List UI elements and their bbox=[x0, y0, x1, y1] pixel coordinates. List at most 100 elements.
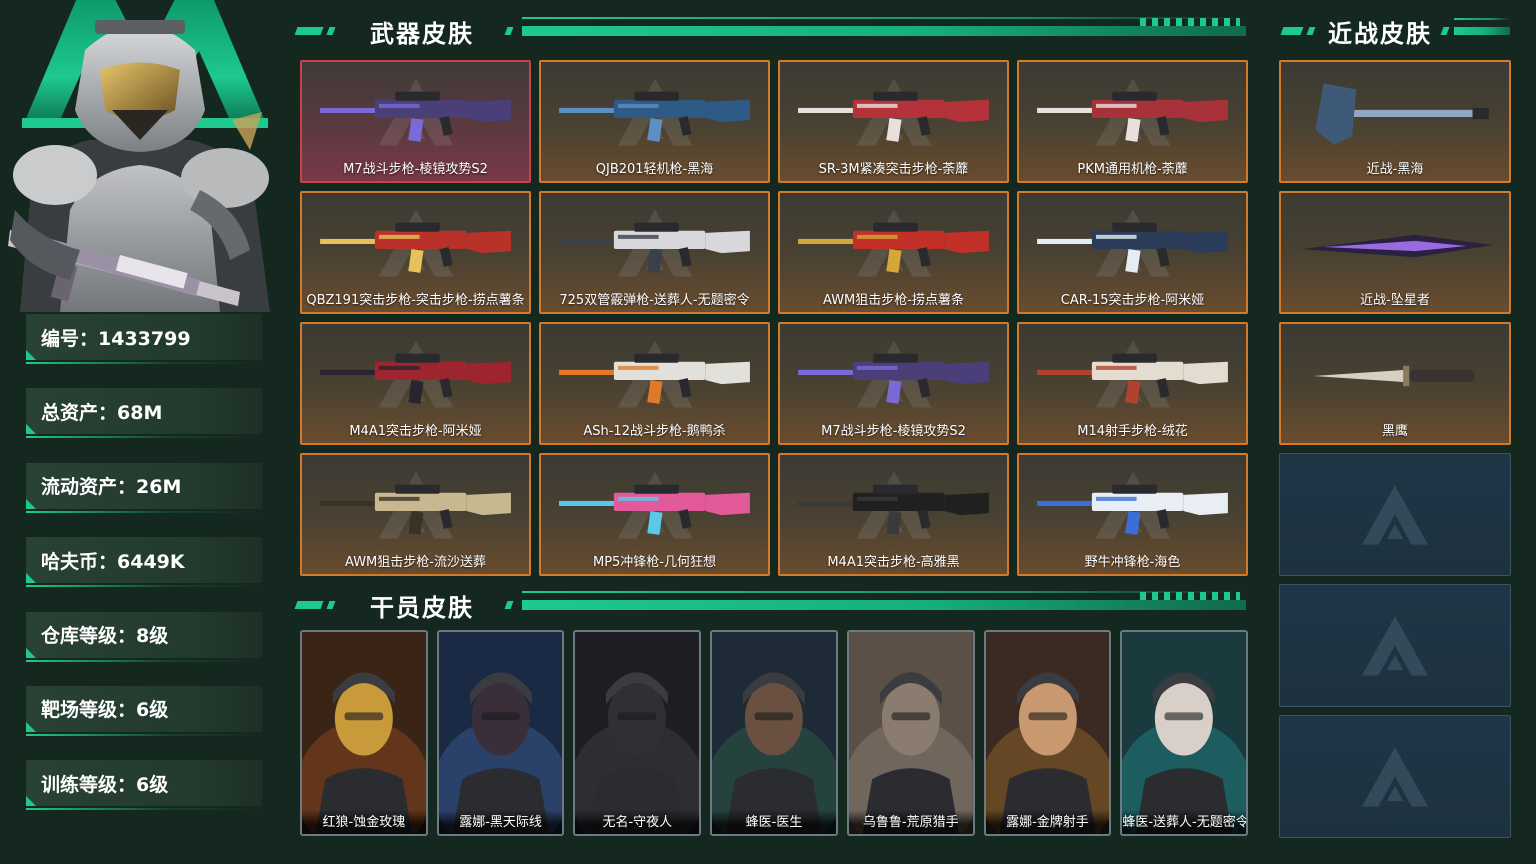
empty-melee-slot bbox=[1279, 584, 1511, 707]
melee-image bbox=[1293, 332, 1497, 420]
stat-havcoin: 哈夫币：6449K bbox=[26, 537, 262, 588]
operator-skin-card[interactable]: 蜂医-送葬人-无题密令 bbox=[1120, 630, 1249, 836]
operator-skin-row: 红狼-蚀金玫瑰 露娜-黑天际线 无名-守夜人 蜂医-医生 乌鲁鲁-荒原猎手 露娜-金牌射手… bbox=[300, 630, 1249, 836]
stat-training-level: 训练等级：6级 bbox=[26, 760, 262, 811]
melee-skins-title: 近战皮肤 bbox=[1328, 19, 1432, 48]
weapon-skin-card[interactable]: AWM狙击步枪-捞点薯条 bbox=[778, 191, 1009, 314]
header-dash bbox=[326, 601, 336, 609]
weapon-skin-name: QJB201轻机枪-黑海 bbox=[595, 162, 714, 177]
header-bar bbox=[522, 17, 1246, 36]
operator-avatar bbox=[0, 0, 288, 312]
operator-portrait bbox=[848, 632, 973, 834]
weapon-skin-name: ASh-12战斗步枪-鹅鸭杀 bbox=[583, 424, 726, 439]
weapon-image bbox=[314, 332, 517, 420]
operator-skin-card[interactable]: 露娜-黑天际线 bbox=[436, 630, 565, 836]
melee-image bbox=[1293, 70, 1497, 158]
brand-watermark-icon bbox=[1360, 746, 1430, 808]
header-dash bbox=[1306, 27, 1316, 35]
stat-liquid-assets: 流动资产：26M bbox=[26, 462, 262, 513]
weapon-image bbox=[792, 201, 995, 289]
operator-skin-name: 蜂医-送葬人-无题密令 bbox=[1122, 810, 1247, 834]
weapon-skin-name: M4A1突击步枪-高雅黑 bbox=[827, 555, 960, 570]
operator-skin-card[interactable]: 红狼-蚀金玫瑰 bbox=[300, 630, 428, 836]
weapon-image bbox=[314, 463, 517, 551]
header-dash bbox=[1280, 27, 1304, 35]
weapon-skin-name: M4A1突击步枪-阿米娅 bbox=[349, 424, 482, 439]
weapon-skin-card[interactable]: 野牛冲锋枪-海色 bbox=[1017, 453, 1248, 576]
weapon-skin-card[interactable]: ASh-12战斗步枪-鹅鸭杀 bbox=[539, 322, 770, 445]
operator-skin-name: 红狼-蚀金玫瑰 bbox=[302, 810, 426, 834]
weapon-image bbox=[792, 463, 995, 551]
melee-skin-card[interactable]: 黑鹰 bbox=[1279, 322, 1511, 445]
weapon-skin-card[interactable]: QJB201轻机枪-黑海 bbox=[539, 60, 770, 183]
brand-watermark-icon bbox=[1360, 615, 1430, 677]
weapon-skin-card[interactable]: M14射手步枪-绒花 bbox=[1017, 322, 1248, 445]
weapon-skin-card[interactable]: M7战斗步枪-棱镜攻势S2 bbox=[778, 322, 1009, 445]
weapon-skin-name: 野牛冲锋枪-海色 bbox=[1084, 555, 1181, 570]
weapon-skin-card[interactable]: 725双管霰弹枪-送葬人-无题密令 bbox=[539, 191, 770, 314]
weapon-skin-name: M7战斗步枪-棱镜攻势S2 bbox=[343, 162, 488, 177]
header-dash bbox=[294, 601, 324, 609]
header-dash bbox=[294, 27, 324, 35]
operator-skin-name: 露娜-黑天际线 bbox=[438, 810, 563, 834]
melee-skin-name: 黑鹰 bbox=[1381, 424, 1408, 439]
weapon-skin-card[interactable]: M7战斗步枪-棱镜攻势S2 bbox=[300, 60, 531, 183]
weapon-image bbox=[553, 463, 756, 551]
weapon-skin-name: PKM通用机枪-荼蘼 bbox=[1077, 162, 1188, 177]
header-bar bbox=[1454, 18, 1510, 35]
operator-portrait bbox=[985, 632, 1110, 834]
operator-portrait bbox=[1122, 632, 1247, 834]
weapon-image bbox=[314, 70, 517, 158]
weapon-skin-name: M14射手步枪-绒花 bbox=[1077, 424, 1188, 439]
operator-skin-card[interactable]: 无名-守夜人 bbox=[573, 630, 702, 836]
stat-range-level: 靶场等级：6级 bbox=[26, 685, 262, 736]
melee-skin-card[interactable]: 近战-黑海 bbox=[1279, 60, 1511, 183]
operator-portrait bbox=[712, 632, 836, 834]
weapon-image bbox=[553, 201, 756, 289]
weapon-skin-card[interactable]: M4A1突击步枪-阿米娅 bbox=[300, 322, 531, 445]
weapon-skin-name: AWM狙击步枪-捞点薯条 bbox=[823, 293, 964, 308]
weapon-skin-name: MP5冲锋枪-几何狂想 bbox=[592, 555, 717, 570]
weapon-skin-card[interactable]: CAR-15突击步枪-阿米娅 bbox=[1017, 191, 1248, 314]
stat-total-assets: 总资产：68M bbox=[26, 388, 262, 439]
operator-portrait bbox=[438, 632, 563, 834]
stat-id: 编号：1433799 bbox=[26, 314, 262, 364]
weapon-skin-name: SR-3M紧凑突击步枪-荼蘼 bbox=[818, 162, 969, 177]
weapon-image bbox=[553, 332, 756, 420]
operator-portrait bbox=[575, 632, 700, 834]
melee-skin-card[interactable]: 近战-坠星者 bbox=[1279, 191, 1511, 314]
weapon-image bbox=[1031, 463, 1234, 551]
weapon-skin-card[interactable]: MP5冲锋枪-几何狂想 bbox=[539, 453, 770, 576]
weapon-image bbox=[1031, 332, 1234, 420]
header-dash bbox=[504, 27, 514, 35]
operator-skin-name: 蜂医-医生 bbox=[712, 810, 836, 834]
operator-skin-name: 乌鲁鲁-荒原猎手 bbox=[848, 810, 973, 834]
operator-skin-card[interactable]: 蜂医-医生 bbox=[710, 630, 838, 836]
operator-skin-name: 露娜-金牌射手 bbox=[985, 810, 1110, 834]
operator-portrait bbox=[302, 632, 426, 834]
weapon-skin-name: AWM狙击步枪-流沙送葬 bbox=[345, 555, 486, 570]
operator-skin-card[interactable]: 乌鲁鲁-荒原猎手 bbox=[846, 630, 975, 836]
weapon-skin-card[interactable]: PKM通用机枪-荼蘼 bbox=[1017, 60, 1248, 183]
melee-skin-list: 近战-黑海近战-坠星者 黑鹰 bbox=[1279, 60, 1511, 846]
weapon-skin-name: 725双管霰弹枪-送葬人-无题密令 bbox=[559, 293, 750, 308]
operator-skin-card[interactable]: 露娜-金牌射手 bbox=[983, 630, 1112, 836]
weapon-image bbox=[1031, 70, 1234, 158]
weapon-skin-card[interactable]: AWM狙击步枪-流沙送葬 bbox=[300, 453, 531, 576]
weapon-skin-grid: M7战斗步枪-棱镜攻势S2 QJB201轻机枪-黑海 SR-3M紧凑突击步枪-荼蘼 P… bbox=[300, 60, 1248, 576]
weapon-skins-title: 武器皮肤 bbox=[370, 19, 474, 48]
weapon-skin-card[interactable]: SR-3M紧凑突击步枪-荼蘼 bbox=[778, 60, 1009, 183]
stat-warehouse-level: 仓库等级：8级 bbox=[26, 611, 262, 662]
weapon-image bbox=[553, 70, 756, 158]
weapon-image bbox=[1031, 201, 1234, 289]
header-dash bbox=[1440, 27, 1450, 35]
weapon-skins-header: 武器皮肤 bbox=[294, 14, 1246, 48]
empty-melee-slot bbox=[1279, 715, 1511, 838]
empty-melee-slot bbox=[1279, 453, 1511, 576]
weapon-skin-card[interactable]: M4A1突击步枪-高雅黑 bbox=[778, 453, 1009, 576]
brand-watermark-icon bbox=[1360, 484, 1430, 546]
melee-skin-name: 近战-坠星者 bbox=[1360, 293, 1430, 308]
weapon-image bbox=[314, 201, 517, 289]
weapon-skin-card[interactable]: QBZ191突击步枪-突击步枪-捞点薯条 bbox=[300, 191, 531, 314]
melee-skin-name: 近战-黑海 bbox=[1366, 162, 1424, 177]
